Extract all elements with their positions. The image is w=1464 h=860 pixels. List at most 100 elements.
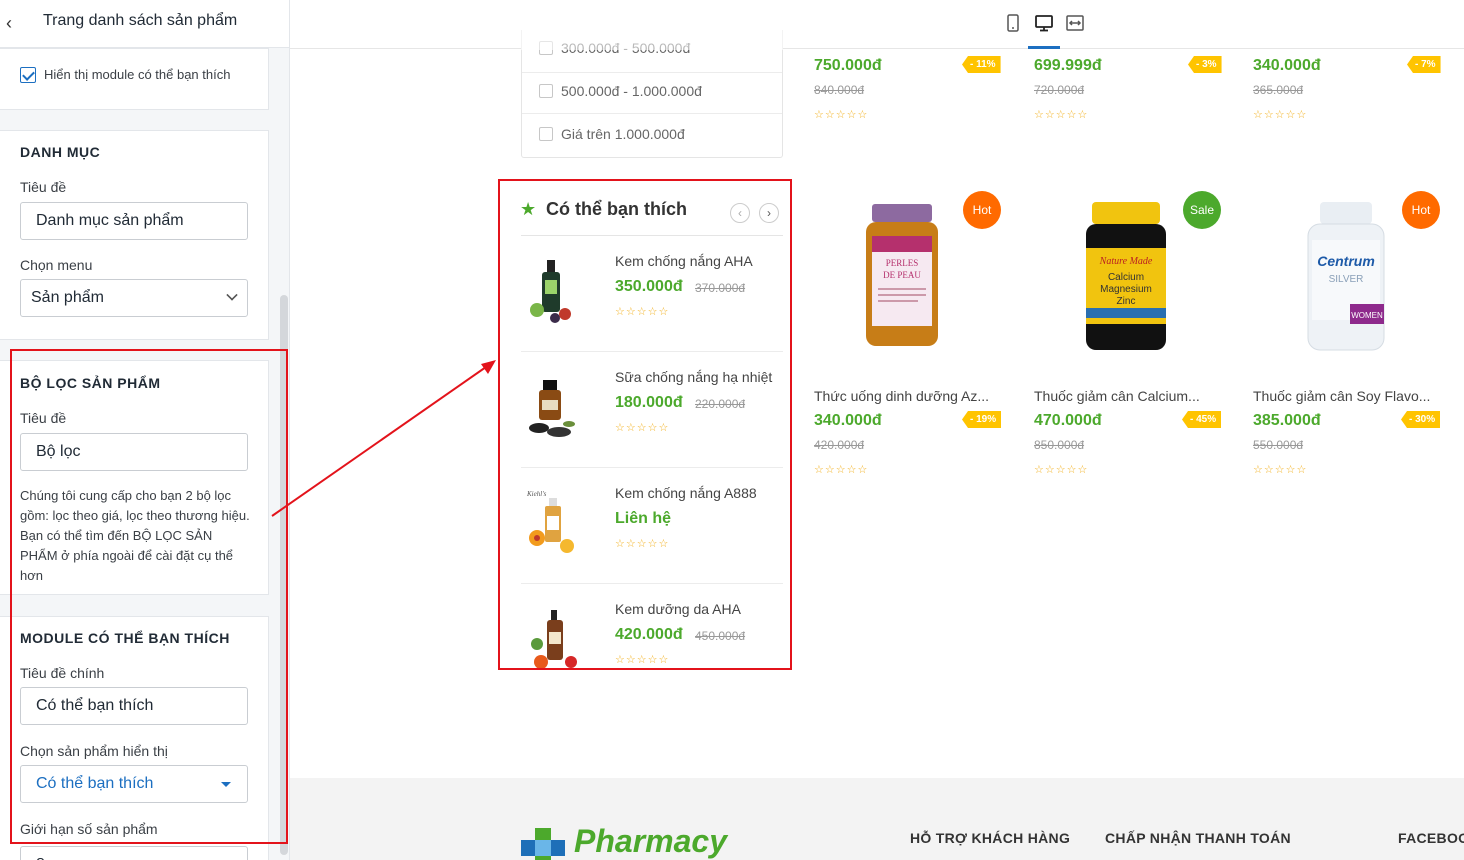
- filter-option[interactable]: Giá trên 1.000.000đ: [522, 114, 782, 157]
- rating-stars: ☆☆☆☆☆: [615, 654, 670, 666]
- product-image[interactable]: Centrum SILVER WOMEN: [1276, 196, 1416, 356]
- product-price: 350.000đ: [615, 278, 683, 295]
- show-module-checkbox[interactable]: [20, 67, 36, 83]
- sale-badge: Sale: [1183, 191, 1221, 229]
- rating-stars: ☆☆☆☆☆: [1034, 464, 1089, 476]
- chevron-down-icon: [226, 289, 238, 301]
- menu-select-value: Sản phẩm: [31, 289, 104, 306]
- category-card: DANH MỤC Tiêu đề Danh mục sản phẩm Chọn …: [0, 130, 269, 340]
- svg-text:Centrum: Centrum: [1317, 253, 1375, 269]
- footer-heading: FACEBOOK: [1398, 830, 1464, 846]
- limit-input[interactable]: 8: [20, 846, 248, 860]
- rating-stars: ☆☆☆☆☆: [615, 538, 670, 550]
- list-item[interactable]: Kem chống nắng AHA 350.000đ 370.000đ ☆☆☆…: [521, 236, 783, 352]
- product-thumbnail: [531, 610, 577, 668]
- panel-title: Trang danh sách sản phẩm: [43, 12, 238, 29]
- svg-text:Zinc: Zinc: [1117, 296, 1136, 307]
- chevron-left-icon[interactable]: ‹: [6, 13, 18, 33]
- product-thumbnail: [529, 380, 575, 437]
- product-price: 699.999đ: [1034, 57, 1102, 74]
- site-footer: HỖ TRỢ KHÁCH HÀNG CHẤP NHẬN THANH TOÁN F…: [290, 778, 1464, 860]
- product-old-price: 840.000đ: [814, 83, 865, 97]
- list-item[interactable]: Kiehl's Kem chống nắng A888 Liên hệ ☆☆☆☆…: [521, 468, 783, 584]
- rating-stars: ☆☆☆☆☆: [615, 306, 670, 318]
- menu-select[interactable]: Sản phẩm: [20, 279, 248, 317]
- svg-text:Calcium: Calcium: [1108, 272, 1144, 283]
- product-name[interactable]: Sữa chống nắng hạ nhiệt: [615, 369, 772, 385]
- product-name[interactable]: Thuốc giảm cân Calcium...: [1034, 388, 1216, 404]
- product-old-price: 365.000đ: [1253, 83, 1304, 97]
- menu-select-label: Chọn menu: [20, 257, 93, 273]
- rating-stars: ☆☆☆☆☆: [814, 109, 869, 121]
- discount-tag: - 19%: [962, 411, 1002, 428]
- product-image[interactable]: Nature Made Calcium Magnesium Zinc: [1056, 196, 1196, 356]
- site-logo[interactable]: Pharmacy: [574, 823, 727, 860]
- product-old-price: 550.000đ: [1253, 438, 1304, 452]
- desktop-icon[interactable]: [1035, 14, 1053, 32]
- product-name[interactable]: Thức uống dinh dưỡng Az...: [814, 388, 996, 404]
- hot-badge: Hot: [1402, 191, 1440, 229]
- product-old-price: 450.000đ: [695, 629, 746, 643]
- highlight-frame-settings: [10, 349, 288, 844]
- hot-badge: Hot: [963, 191, 1001, 229]
- rating-stars: ☆☆☆☆☆: [1253, 464, 1308, 476]
- svg-text:SILVER: SILVER: [1329, 274, 1364, 285]
- app-root: ‹ Trang danh sách sản phẩm Hiển thị modu…: [0, 0, 1464, 860]
- product-old-price: 720.000đ: [1034, 83, 1085, 97]
- product-price: 385.000đ: [1253, 412, 1321, 429]
- fullwidth-icon[interactable]: [1066, 14, 1084, 32]
- preview-toolbar: [290, 0, 1464, 49]
- widget-title: Có thể bạn thích: [546, 199, 687, 219]
- product-old-price: 370.000đ: [695, 281, 746, 295]
- category-title-input[interactable]: Danh mục sản phẩm: [20, 202, 248, 240]
- rating-stars: ☆☆☆☆☆: [814, 464, 869, 476]
- rating-stars: ☆☆☆☆☆: [1034, 109, 1089, 121]
- star-icon: ★: [520, 199, 537, 219]
- discount-tag: - 45%: [1182, 411, 1222, 428]
- panel-header: ‹ Trang danh sách sản phẩm: [0, 0, 289, 48]
- list-item[interactable]: Sữa chống nắng hạ nhiệt 180.000đ 220.000…: [521, 352, 783, 468]
- product-price: 180.000đ: [615, 394, 683, 411]
- mobile-icon[interactable]: [1004, 14, 1022, 32]
- product-old-price: 850.000đ: [1034, 438, 1085, 452]
- product-name[interactable]: Kem chống nắng AHA: [615, 253, 753, 269]
- filter-option-label: Giá trên 1.000.000đ: [561, 126, 685, 142]
- product-image[interactable]: PERLES DE PEAU: [828, 196, 968, 356]
- filter-checkbox[interactable]: [539, 84, 553, 98]
- category-section-title: DANH MỤC: [20, 144, 101, 160]
- product-price: 420.000đ: [615, 626, 683, 643]
- svg-text:Magnesium: Magnesium: [1100, 284, 1152, 295]
- svg-text:Kiehl's: Kiehl's: [526, 490, 547, 498]
- active-view-indicator: [1028, 46, 1060, 49]
- next-arrow-button[interactable]: ›: [759, 203, 779, 223]
- footer-heading: CHẤP NHẬN THANH TOÁN: [1105, 830, 1291, 846]
- svg-text:PERLES: PERLES: [886, 258, 919, 268]
- product-price: 470.000đ: [1034, 412, 1102, 429]
- rating-stars: ☆☆☆☆☆: [615, 422, 670, 434]
- product-price: 340.000đ: [1253, 57, 1321, 74]
- filter-option-label: 500.000đ - 1.000.000đ: [561, 83, 702, 99]
- svg-text:Nature Made: Nature Made: [1099, 256, 1153, 267]
- product-name[interactable]: Thuốc giảm cân Soy Flavo...: [1253, 388, 1435, 404]
- product-thumbnail: Kiehl's: [526, 490, 574, 553]
- discount-tag: - 7%: [1407, 56, 1441, 73]
- discount-tag: - 30%: [1401, 411, 1441, 428]
- product-price: 340.000đ: [814, 412, 882, 429]
- filter-checkbox[interactable]: [539, 127, 553, 141]
- scroll-fade: [521, 30, 783, 50]
- footer-heading: HỖ TRỢ KHÁCH HÀNG: [910, 830, 1071, 846]
- filter-option[interactable]: 500.000đ - 1.000.000đ: [522, 71, 782, 114]
- rating-stars: ☆☆☆☆☆: [1253, 109, 1308, 121]
- product-name[interactable]: Kem chống nắng A888: [615, 485, 757, 501]
- product-price: Liên hệ: [615, 510, 672, 527]
- show-module-checkbox-label: Hiển thị module có thể bạn thích: [44, 67, 231, 82]
- logo-icon: [521, 828, 565, 860]
- product-thumbnail: [530, 260, 571, 323]
- discount-tag: - 3%: [1188, 56, 1222, 73]
- list-item[interactable]: Kem dưỡng da AHA 420.000đ 450.000đ ☆☆☆☆☆: [521, 584, 783, 668]
- product-name[interactable]: Kem dưỡng da AHA: [615, 601, 741, 617]
- product-old-price: 220.000đ: [695, 397, 746, 411]
- svg-text:DE PEAU: DE PEAU: [883, 270, 921, 280]
- prev-arrow-button[interactable]: ‹: [730, 203, 750, 223]
- module-toggle-card: Hiển thị module có thể bạn thích: [0, 48, 269, 110]
